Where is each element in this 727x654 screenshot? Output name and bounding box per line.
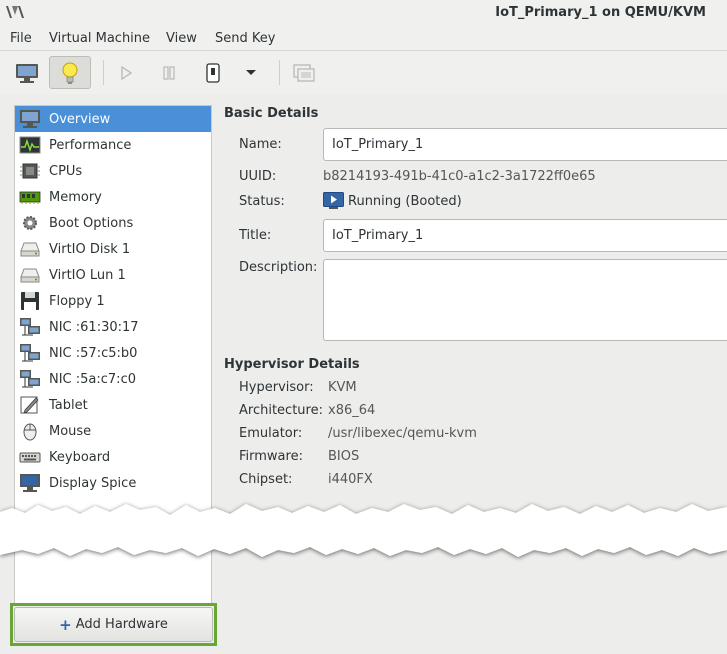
- power-icon: [206, 62, 220, 83]
- sidebar-item-label: Mouse: [49, 423, 92, 439]
- sidebar-item-overview[interactable]: Overview: [15, 106, 211, 132]
- name-field[interactable]: IoT_Primary_1: [323, 128, 727, 161]
- sidebar-item-nic-61-30-17[interactable]: NIC :61:30:17: [15, 314, 211, 340]
- shutdown-button[interactable]: [199, 56, 227, 89]
- name-label: Name:: [239, 137, 282, 152]
- mouse-icon: [19, 421, 41, 441]
- hypervisor-details-heading: Hypervisor Details: [224, 357, 360, 372]
- title-bar: IoT_Primary_1 on QEMU/KVM: [0, 0, 727, 27]
- add-hardware-button[interactable]: + Add Hardware: [14, 607, 213, 642]
- emulator-value: /usr/libexec/qemu-kvm: [328, 426, 477, 441]
- window-title: IoT_Primary_1 on QEMU/KVM: [495, 5, 706, 20]
- monitor-icon: [15, 63, 38, 83]
- network-icon: [19, 343, 41, 363]
- fullscreen-button[interactable]: [289, 56, 319, 89]
- sidebar-item-memory[interactable]: Memory: [15, 184, 211, 210]
- sidebar-item-nic-5a-c7-c0[interactable]: NIC :5a:c7:c0: [15, 366, 211, 392]
- uuid-value: b8214193-491b-41c0-a1c2-3a1722ff0e65: [323, 169, 596, 184]
- shutdown-menu-button[interactable]: [240, 56, 262, 89]
- pause-icon: [163, 65, 175, 80]
- sidebar-item-mouse[interactable]: Mouse: [15, 418, 211, 444]
- console-button[interactable]: [8, 56, 45, 89]
- menu-bar: File Virtual Machine View Send Key: [0, 27, 727, 51]
- status-value: Running (Booted): [348, 194, 462, 209]
- hard-disk-icon: [19, 239, 41, 259]
- content-area: Overview Performance CPUs Memory Boot Option…: [0, 94, 727, 654]
- pause-button[interactable]: [155, 56, 183, 89]
- sidebar-item-virtio-disk-1[interactable]: VirtIO Disk 1: [15, 236, 211, 262]
- sidebar-item-label: Tablet: [49, 397, 88, 413]
- running-icon: [323, 192, 344, 209]
- sidebar-item-label: Memory: [49, 189, 102, 205]
- architecture-label: Architecture:: [239, 403, 323, 418]
- uuid-label: UUID:: [239, 169, 277, 184]
- cpu-chip-icon: [19, 161, 41, 181]
- sidebar-item-nic-57-c5-b0[interactable]: NIC :57:c5:b0: [15, 340, 211, 366]
- torn-paper-divider: [0, 504, 727, 557]
- firmware-value: BIOS: [328, 449, 360, 464]
- sidebar-item-label: Floppy 1: [49, 293, 105, 309]
- hypervisor-value: KVM: [328, 380, 357, 395]
- sidebar-item-label: VirtIO Lun 1: [49, 267, 126, 283]
- sidebar-item-label: NIC :57:c5:b0: [49, 345, 138, 361]
- monitor-icon: [19, 109, 41, 129]
- menu-view[interactable]: View: [166, 31, 197, 46]
- fullscreen-icon: [293, 63, 315, 82]
- plus-icon: +: [59, 615, 72, 634]
- firmware-label: Firmware:: [239, 449, 303, 464]
- details-button[interactable]: [49, 56, 91, 89]
- basic-details-heading: Basic Details: [224, 106, 319, 121]
- sidebar-item-virtio-lun-1[interactable]: VirtIO Lun 1: [15, 262, 211, 288]
- emulator-label: Emulator:: [239, 426, 303, 441]
- status-label: Status:: [239, 194, 285, 209]
- sidebar-item-label: Keyboard: [49, 449, 111, 465]
- performance-graph-icon: [19, 135, 41, 155]
- sidebar-item-boot-options[interactable]: Boot Options: [15, 210, 211, 236]
- sidebar-item-cpus[interactable]: CPUs: [15, 158, 211, 184]
- keyboard-icon: [19, 447, 41, 467]
- hypervisor-label: Hypervisor:: [239, 380, 314, 395]
- architecture-value: x86_64: [328, 403, 376, 418]
- toolbar: [0, 51, 727, 94]
- memory-module-icon: [19, 187, 41, 207]
- play-icon: [121, 65, 133, 80]
- description-field[interactable]: [323, 259, 727, 341]
- menu-send-key[interactable]: Send Key: [215, 31, 275, 46]
- menu-file[interactable]: File: [10, 31, 32, 46]
- sidebar-item-label: Overview: [49, 111, 111, 127]
- sidebar-item-label: CPUs: [49, 163, 83, 179]
- sidebar-item-label: NIC :5a:c7:c0: [49, 371, 136, 387]
- sidebar-item-label: NIC :61:30:17: [49, 319, 139, 335]
- sidebar-item-floppy-1[interactable]: Floppy 1: [15, 288, 211, 314]
- sidebar-item-performance[interactable]: Performance: [15, 132, 211, 158]
- add-hardware-label: Add Hardware: [75, 617, 168, 632]
- sidebar-item-label: VirtIO Disk 1: [49, 241, 131, 257]
- virt-manager-logo-icon: [4, 5, 26, 19]
- chevron-down-icon: [246, 69, 256, 75]
- title-field[interactable]: IoT_Primary_1: [323, 219, 727, 252]
- run-button[interactable]: [112, 56, 140, 89]
- network-icon: [19, 369, 41, 389]
- description-label: Description:: [239, 260, 318, 275]
- sidebar-item-label: Performance: [49, 137, 132, 153]
- menu-virtual-machine[interactable]: Virtual Machine: [49, 31, 150, 46]
- tablet-icon: [19, 395, 41, 415]
- sidebar-item-tablet[interactable]: Tablet: [15, 392, 211, 418]
- sidebar-item-label: Display Spice: [49, 475, 137, 491]
- floppy-disk-icon: [19, 291, 41, 311]
- lightbulb-icon: [62, 62, 78, 84]
- title-label: Title:: [239, 228, 272, 243]
- network-icon: [19, 317, 41, 337]
- chipset-value: i440FX: [328, 472, 373, 487]
- hard-disk-icon: [19, 265, 41, 285]
- sidebar-item-label: Boot Options: [49, 215, 134, 231]
- gear-icon: [19, 213, 41, 233]
- chipset-label: Chipset:: [239, 472, 293, 487]
- sidebar-item-keyboard[interactable]: Keyboard: [15, 444, 211, 470]
